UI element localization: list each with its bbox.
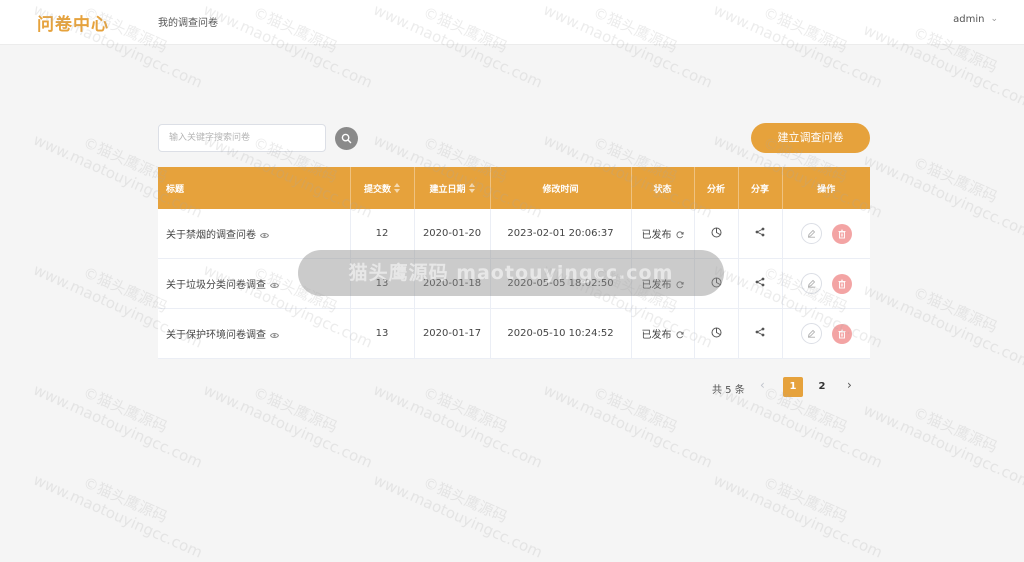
column-header-actions: 操作: [782, 167, 870, 209]
watermark: ©猫头鹰源码 www.maotouyingcc.com: [860, 400, 1024, 492]
search-button[interactable]: [335, 127, 358, 150]
page-2-button[interactable]: 2: [812, 377, 832, 397]
column-header-modified: 修改时间: [490, 167, 632, 209]
status-label: 已发布: [641, 229, 672, 241]
cell-submissions: 13: [350, 308, 415, 359]
edit-icon: [807, 329, 815, 338]
edit-button[interactable]: [800, 323, 822, 344]
eye-icon[interactable]: [259, 231, 270, 242]
table-header-row: 标题 提交数 建立日期 修改时间 状态 分析 分享 操作: [158, 167, 870, 209]
trash-icon: [838, 279, 846, 288]
edit-icon: [807, 279, 815, 288]
watermark: ©猫头鹰源码 www.maotouyingcc.com: [710, 470, 886, 562]
sort-icon[interactable]: [468, 182, 475, 193]
cell-actions: [782, 258, 870, 309]
watermark: ©猫头鹰源码 www.maotouyingcc.com: [30, 470, 206, 562]
search-input[interactable]: [158, 124, 326, 152]
delete-button[interactable]: [831, 323, 852, 344]
search-icon: [341, 133, 352, 144]
trash-icon: [838, 329, 846, 338]
cell-modified: 2020-05-10 10:24:52: [490, 308, 632, 359]
cell-share: [738, 209, 783, 259]
column-header-share: 分享: [738, 167, 783, 209]
survey-title[interactable]: 关于禁烟的调查问卷: [166, 230, 256, 241]
pie-chart-icon[interactable]: [711, 327, 722, 341]
pie-chart-icon[interactable]: [711, 227, 722, 241]
eye-icon[interactable]: [269, 331, 280, 342]
share-icon[interactable]: [755, 327, 765, 340]
cell-created: 2020-01-17: [414, 308, 491, 359]
nav-my-surveys[interactable]: 我的调查问卷: [158, 14, 218, 29]
watermark: ©猫头鹰源码 www.maotouyingcc.com: [860, 150, 1024, 242]
watermark: ©猫头鹰源码 www.maotouyingcc.com: [860, 280, 1024, 372]
brand-logo[interactable]: 问卷中心: [37, 10, 109, 35]
cell-actions: [782, 209, 870, 259]
cell-share: [738, 308, 783, 359]
chevron-right-icon[interactable]: ›: [847, 378, 852, 392]
page-1-button[interactable]: 1: [783, 377, 803, 397]
survey-title[interactable]: 关于保护环境问卷调查: [166, 330, 266, 341]
refresh-icon[interactable]: [675, 230, 684, 242]
refresh-icon[interactable]: [675, 330, 684, 342]
column-header-analysis: 分析: [694, 167, 739, 209]
cell-status: 已发布: [631, 308, 695, 359]
chevron-down-icon: ⌄: [990, 14, 998, 24]
cell-analysis: [694, 308, 739, 359]
column-header-submissions[interactable]: 提交数: [350, 167, 415, 209]
chevron-left-icon[interactable]: ‹: [760, 378, 765, 392]
table-row: 关于保护环境问卷调查 13 2020-01-17 2020-05-10 10:2…: [158, 308, 870, 359]
status-label: 已发布: [641, 329, 672, 341]
user-name: admin: [953, 14, 985, 25]
watermark: ©猫头鹰源码 www.maotouyingcc.com: [540, 380, 716, 472]
column-header-created[interactable]: 建立日期: [414, 167, 491, 209]
edit-button[interactable]: [800, 273, 822, 294]
column-header-title: 标题: [158, 167, 351, 209]
watermark: ©猫头鹰源码 www.maotouyingcc.com: [30, 380, 206, 472]
watermark-banner: 猫头鹰源码 maotouyingcc.com: [298, 250, 724, 296]
column-header-status: 状态: [631, 167, 695, 209]
cell-share: [738, 258, 783, 309]
survey-title[interactable]: 关于垃圾分类问卷调查: [166, 280, 266, 291]
trash-icon: [838, 229, 846, 238]
cell-actions: [782, 308, 870, 359]
share-icon[interactable]: [755, 227, 765, 240]
eye-icon[interactable]: [269, 281, 280, 292]
delete-button[interactable]: [831, 223, 852, 244]
sort-icon[interactable]: [394, 182, 400, 193]
user-menu[interactable]: admin ⌄: [953, 14, 998, 25]
watermark: ©猫头鹰源码 www.maotouyingcc.com: [370, 380, 546, 472]
watermark: ©猫头鹰源码 www.maotouyingcc.com: [370, 470, 546, 562]
edit-icon: [807, 229, 815, 238]
edit-button[interactable]: [800, 223, 822, 244]
pagination-total: 共 5 条: [712, 385, 745, 396]
delete-button[interactable]: [831, 273, 852, 294]
cell-title: 关于保护环境问卷调查: [158, 308, 351, 359]
watermark: ©猫头鹰源码 www.maotouyingcc.com: [200, 380, 376, 472]
create-survey-button[interactable]: 建立调查问卷: [751, 123, 870, 153]
top-navigation-bar: 问卷中心 我的调查问卷 admin ⌄: [0, 0, 1024, 45]
share-icon[interactable]: [755, 277, 765, 290]
